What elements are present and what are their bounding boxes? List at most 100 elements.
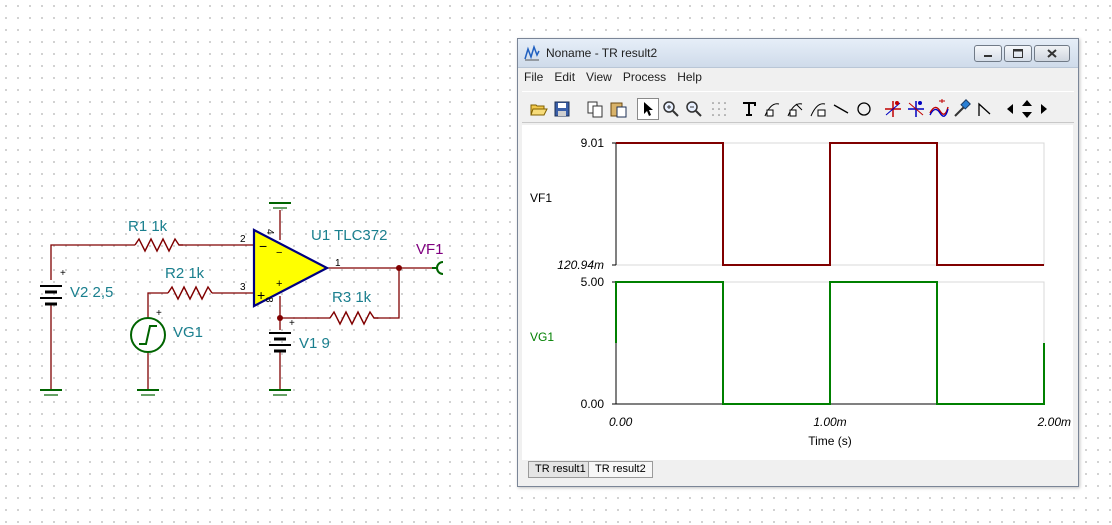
zoom-in-icon [663,101,679,117]
cursor-a-icon [885,101,901,117]
toolbar [522,91,1074,123]
series-line-vf1[interactable] [616,142,1044,266]
battery-v2[interactable] [40,285,62,306]
zoom-100-icon [686,101,702,117]
open-icon [530,104,548,116]
junction-output [396,265,402,271]
pin-4-label: 4 [264,229,275,235]
tab-tr-result1[interactable]: TR result1 [528,461,593,478]
cursor-b-icon [908,101,924,117]
menu-file[interactable]: File [518,68,548,84]
scroll-updown-button[interactable] [1019,98,1035,120]
resistor-r3[interactable] [329,310,378,326]
vg1-ytick-label-bottom: 0.00 [581,397,605,411]
pin-8-label: 8 [263,297,274,303]
line-icon [833,104,849,114]
schematic-canvas[interactable]: + + + − + − + 2 3 1 4 8 R1 1k R2 1k R3 1… [0,0,515,525]
open-button[interactable] [528,98,550,120]
result-tabs: TR result1 TR result2 [524,461,1074,481]
tr-result-window: Noname - TR result2 File Edit View Process H… [517,38,1079,487]
vg1-axis-label: VG1 [530,330,554,344]
opamp-minus-sign: − [259,238,267,254]
menu-help[interactable]: Help [671,68,707,84]
scroll-right-icon [1041,104,1047,114]
battery-v1[interactable] [269,332,291,353]
title-bar[interactable]: Noname - TR result2 [518,39,1078,68]
scroll-right-button[interactable] [1037,98,1051,120]
menu-edit[interactable]: Edit [548,68,580,84]
app-icon [524,45,540,61]
vg1-label: VG1 [173,324,203,341]
grid-icon [712,102,726,116]
minimize-icon [984,55,992,57]
tab-tr-result2[interactable]: TR result2 [588,461,653,478]
ground-opamp-top-icon [269,202,291,209]
probe-button[interactable] [951,98,973,120]
opamp-vplus-sign: − [276,247,282,259]
wire-r3-out [378,268,400,319]
probe-icon [954,99,971,117]
grid-button[interactable] [708,98,730,120]
curve-label-icon [764,103,780,117]
zoom-in-button[interactable] [660,98,682,120]
waveform-chart[interactable]: 9.01 120.94m 5.00 0.00 VF1 VG1 0.00 1.00… [522,125,1073,460]
series-line-vg1[interactable] [615,281,1045,405]
step-icon [978,102,991,116]
menu-bar: File Edit View Process Help [518,68,1078,88]
resistor-r1[interactable] [134,237,183,253]
save-button[interactable] [551,98,573,120]
circle-button[interactable] [853,98,875,120]
v1-label: V1 9 [299,335,330,352]
circle-icon [857,102,871,116]
menu-view[interactable]: View [580,68,617,84]
save-icon [554,101,570,117]
step-button[interactable] [974,98,996,120]
pin-2-label: 2 [240,234,246,245]
maximize-button[interactable] [1004,45,1032,62]
curves-button[interactable] [928,98,950,120]
paste-button[interactable] [607,98,629,120]
r3-label: R3 1k [332,289,372,306]
select-pointer-button[interactable] [637,98,659,120]
xtick-label-2: 2.00m [1037,415,1071,429]
scroll-left-icon [1007,104,1013,114]
plot-area[interactable]: 9.01 120.94m 5.00 0.00 VF1 VG1 0.00 1.00… [522,125,1073,460]
curve-label3-button[interactable] [807,98,829,120]
output-connector-vf1[interactable] [432,261,444,275]
pin-1-label: 1 [335,258,341,269]
r1-label: R1 1k [128,218,168,235]
signal-generator-vg1[interactable] [130,317,166,353]
ground-v1-icon [269,389,291,396]
curve-label2-icon [787,103,803,117]
resistor-r2[interactable] [167,285,213,301]
zoom-100-button[interactable] [683,98,705,120]
close-button[interactable] [1034,45,1070,62]
vf1-label: VF1 [416,241,444,258]
copy-icon [587,101,603,118]
ground-vg1-icon [137,389,159,396]
text-button[interactable] [738,98,760,120]
scroll-updown-icon [1022,100,1032,118]
curve-label-button[interactable] [761,98,783,120]
curve-label3-icon [810,103,826,117]
vf1-ytick-label-bottom: 120.94m [557,258,604,272]
cursor-b-button[interactable] [905,98,927,120]
curves-icon [929,99,949,117]
cursor-a-button[interactable] [882,98,904,120]
maximize-icon [1013,49,1023,58]
scroll-left-button[interactable] [1003,98,1017,120]
xtick-label-1: 1.00m [813,415,846,429]
menu-process[interactable]: Process [617,68,671,84]
v1-plus-sign: + [289,318,295,329]
vf1-axis-label: VF1 [530,191,552,205]
copy-button[interactable] [584,98,606,120]
opamp-label: U1 TLC372 [311,227,387,244]
minimize-button[interactable] [974,45,1002,62]
close-icon [1047,49,1057,58]
x-axis-title: Time (s) [808,434,852,448]
select-pointer-icon [644,102,653,116]
r2-label: R2 1k [165,265,205,282]
xtick-label-0: 0.00 [609,415,633,429]
curve-label2-button[interactable] [784,98,806,120]
line-button[interactable] [830,98,852,120]
